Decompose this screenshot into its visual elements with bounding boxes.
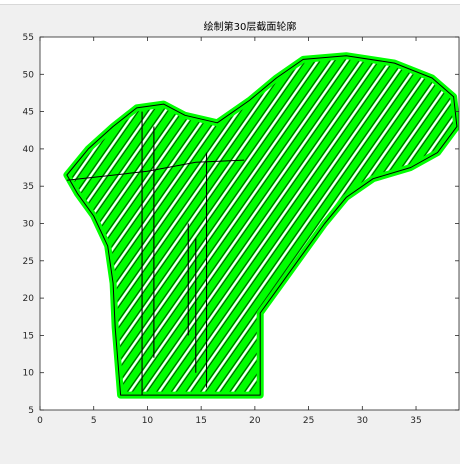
x-tick-label: 10 <box>142 416 154 426</box>
y-tick-label: 30 <box>23 220 35 230</box>
chart: 绘制第30层截面轮廓 0 5 10 15 20 25 30 35 51015202530354… <box>23 20 460 426</box>
y-tick-label: 50 <box>23 70 35 80</box>
x-tick-label: 0 <box>37 416 43 426</box>
x-tick-label: 5 <box>91 416 97 426</box>
x-tick-label: 20 <box>249 416 261 426</box>
y-tick-label: 35 <box>23 182 34 192</box>
y-tick-label: 5 <box>28 406 34 416</box>
y-tick-label: 40 <box>23 145 35 155</box>
y-tick-label: 15 <box>23 331 34 341</box>
x-tick-label: 25 <box>303 416 314 426</box>
x-tick-label: 30 <box>357 416 369 426</box>
y-tick-label: 20 <box>23 294 35 304</box>
y-tick-label: 10 <box>23 369 35 379</box>
x-tick-label: 35 <box>410 416 421 426</box>
y-tick-label: 25 <box>23 257 34 267</box>
x-tick-label: 15 <box>195 416 206 426</box>
chart-title: 绘制第30层截面轮廓 <box>204 20 297 33</box>
figure-window: 绘制第30层截面轮廓 0 5 10 15 20 25 30 35 5 10 15 20 25 30 35 4… <box>0 0 460 460</box>
toolbar-strip <box>0 0 460 5</box>
y-tick-label: 55 <box>23 33 34 43</box>
y-tick-label: 45 <box>23 108 34 118</box>
